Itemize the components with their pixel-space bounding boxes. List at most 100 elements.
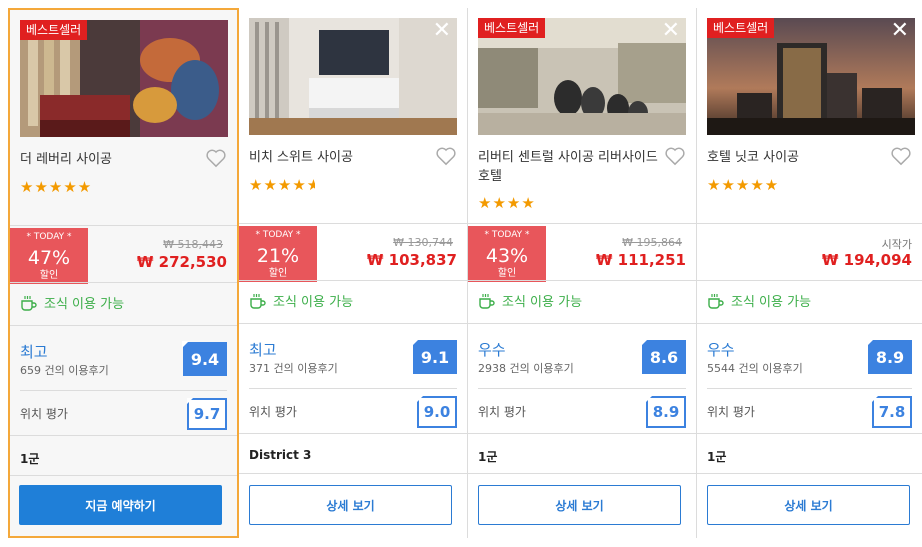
original-price: ₩ 518,443 <box>163 238 223 251</box>
hotel-name[interactable]: 비치 스위트 사이공 <box>249 148 429 167</box>
coffee-cup-icon <box>708 293 724 309</box>
hotel-photo[interactable]: ✕ <box>249 18 457 135</box>
hotel-card[interactable]: 베스트셀러 ✕ 리버티 센트럴 사이공 리버사이드 호텔 ★★★★ * TODA… <box>468 8 696 538</box>
district-label: District 3 <box>249 448 312 462</box>
original-price: ₩ 130,744 <box>393 236 453 249</box>
bestseller-tag: 베스트셀러 <box>20 20 88 40</box>
rating-label: 우수 <box>478 341 506 359</box>
divider <box>20 390 227 391</box>
view-details-button[interactable]: 상세 보기 <box>249 485 452 525</box>
divider <box>239 473 467 474</box>
today-deal-badge: * TODAY * 21% 할인 <box>239 226 317 282</box>
divider <box>697 280 922 281</box>
divider <box>468 473 696 474</box>
heart-icon[interactable] <box>205 148 227 168</box>
breakfast-info: 조식 이용 가능 <box>707 291 811 310</box>
breakfast-info: 조식 이용 가능 <box>249 291 353 310</box>
today-label: * TODAY * <box>255 230 301 240</box>
today-label: * TODAY * <box>484 230 530 240</box>
breakfast-info: 조식 이용 가능 <box>478 291 582 310</box>
rating-score-badge: 8.6 <box>641 339 686 374</box>
breakfast-info: 조식 이용 가능 <box>20 293 124 312</box>
close-icon[interactable]: ✕ <box>433 20 451 42</box>
heart-icon[interactable] <box>664 146 686 166</box>
location-rating-label: 위치 평가 <box>478 405 526 419</box>
from-price-label: 시작가 <box>881 238 912 251</box>
district-label: 1군 <box>20 452 40 466</box>
hotel-photo[interactable]: 베스트셀러 <box>20 20 228 137</box>
hotel-name[interactable]: 더 레버리 사이공 <box>20 150 200 169</box>
discount-label: 할인 <box>268 268 288 279</box>
original-price: ₩ 195,864 <box>622 236 682 249</box>
divider <box>697 223 922 224</box>
heart-icon[interactable] <box>435 146 457 166</box>
full-stars: ★★★★ <box>249 176 307 194</box>
divider <box>10 475 237 476</box>
divider <box>249 388 457 389</box>
close-icon[interactable]: ✕ <box>891 20 909 42</box>
divider <box>10 282 237 283</box>
bestseller-tag: 베스트셀러 <box>478 18 546 38</box>
hotel-photo[interactable]: 베스트셀러 ✕ <box>707 18 915 135</box>
divider <box>697 473 922 474</box>
view-details-button[interactable]: 상세 보기 <box>707 485 910 525</box>
divider <box>707 388 912 389</box>
coffee-cup-icon <box>21 295 37 311</box>
star-rating: ★★★★ <box>478 194 536 212</box>
divider <box>468 433 696 434</box>
review-count[interactable]: 371 건의 이용후기 <box>249 360 338 376</box>
divider <box>468 223 696 224</box>
divider <box>239 433 467 434</box>
divider <box>239 280 467 281</box>
today-label: * TODAY * <box>26 232 72 242</box>
breakfast-label: 조식 이용 가능 <box>44 297 125 312</box>
location-score-badge: 8.9 <box>646 396 686 428</box>
location-score-badge: 7.8 <box>872 396 912 428</box>
review-count[interactable]: 2938 건의 이용후기 <box>478 360 574 376</box>
rating-score-badge: 8.9 <box>867 339 912 374</box>
discount-percent: 43% <box>485 245 529 267</box>
breakfast-label: 조식 이용 가능 <box>502 295 583 310</box>
book-now-button[interactable]: 지금 예약하기 <box>19 485 222 525</box>
breakfast-label: 조식 이용 가능 <box>731 295 812 310</box>
review-count[interactable]: 659 건의 이용후기 <box>20 362 109 378</box>
hotel-card[interactable]: ✕ 비치 스위트 사이공 ★★★★★ * TODAY * 21% 할인 ₩ 13… <box>239 8 467 538</box>
divider <box>468 323 696 324</box>
divider <box>10 225 237 226</box>
divider <box>478 388 686 389</box>
price: ₩ 103,837 <box>366 251 457 269</box>
star-rating: ★★★★★ <box>249 176 315 194</box>
close-icon[interactable]: ✕ <box>662 20 680 42</box>
hotel-card[interactable]: 베스트셀러 ✕ 호텔 닛코 사이공 ★★★★★ 시작가 ₩ 194,094 조식… <box>697 8 922 538</box>
price: ₩ 272,530 <box>136 253 227 271</box>
location-score-badge: 9.7 <box>187 398 227 430</box>
hotel-comparison-list: 베스트셀러 더 레버리 사이공 ★★★★★ * TODAY * 47% 할인 ₩… <box>0 0 922 547</box>
half-star-icon: ★ <box>306 176 315 194</box>
divider <box>239 223 467 224</box>
hotel-name[interactable]: 호텔 닛코 사이공 <box>707 148 887 167</box>
review-count[interactable]: 5544 건의 이용후기 <box>707 360 803 376</box>
divider <box>239 323 467 324</box>
hotel-name[interactable]: 리버티 센트럴 사이공 리버사이드 호텔 <box>478 148 658 186</box>
divider <box>697 433 922 434</box>
rating-label: 우수 <box>707 341 735 359</box>
rating-score-badge: 9.4 <box>182 341 227 376</box>
hotel-card[interactable]: 베스트셀러 더 레버리 사이공 ★★★★★ * TODAY * 47% 할인 ₩… <box>8 8 239 538</box>
district-label: 1군 <box>707 450 727 464</box>
heart-icon[interactable] <box>890 146 912 166</box>
location-rating-label: 위치 평가 <box>20 407 68 421</box>
today-deal-badge: * TODAY * 47% 할인 <box>10 228 88 284</box>
view-details-button[interactable]: 상세 보기 <box>478 485 681 525</box>
hotel-photo[interactable]: 베스트셀러 ✕ <box>478 18 686 135</box>
hotel-photo-image <box>249 18 457 135</box>
price: ₩ 111,251 <box>595 251 686 269</box>
coffee-cup-icon <box>250 293 266 309</box>
location-rating-label: 위치 평가 <box>707 405 755 419</box>
location-score-badge: 9.0 <box>417 396 457 428</box>
breakfast-label: 조식 이용 가능 <box>273 295 354 310</box>
divider <box>468 280 696 281</box>
today-deal-badge: * TODAY * 43% 할인 <box>468 226 546 282</box>
coffee-cup-icon <box>479 293 495 309</box>
divider <box>697 323 922 324</box>
district-label: 1군 <box>478 450 498 464</box>
